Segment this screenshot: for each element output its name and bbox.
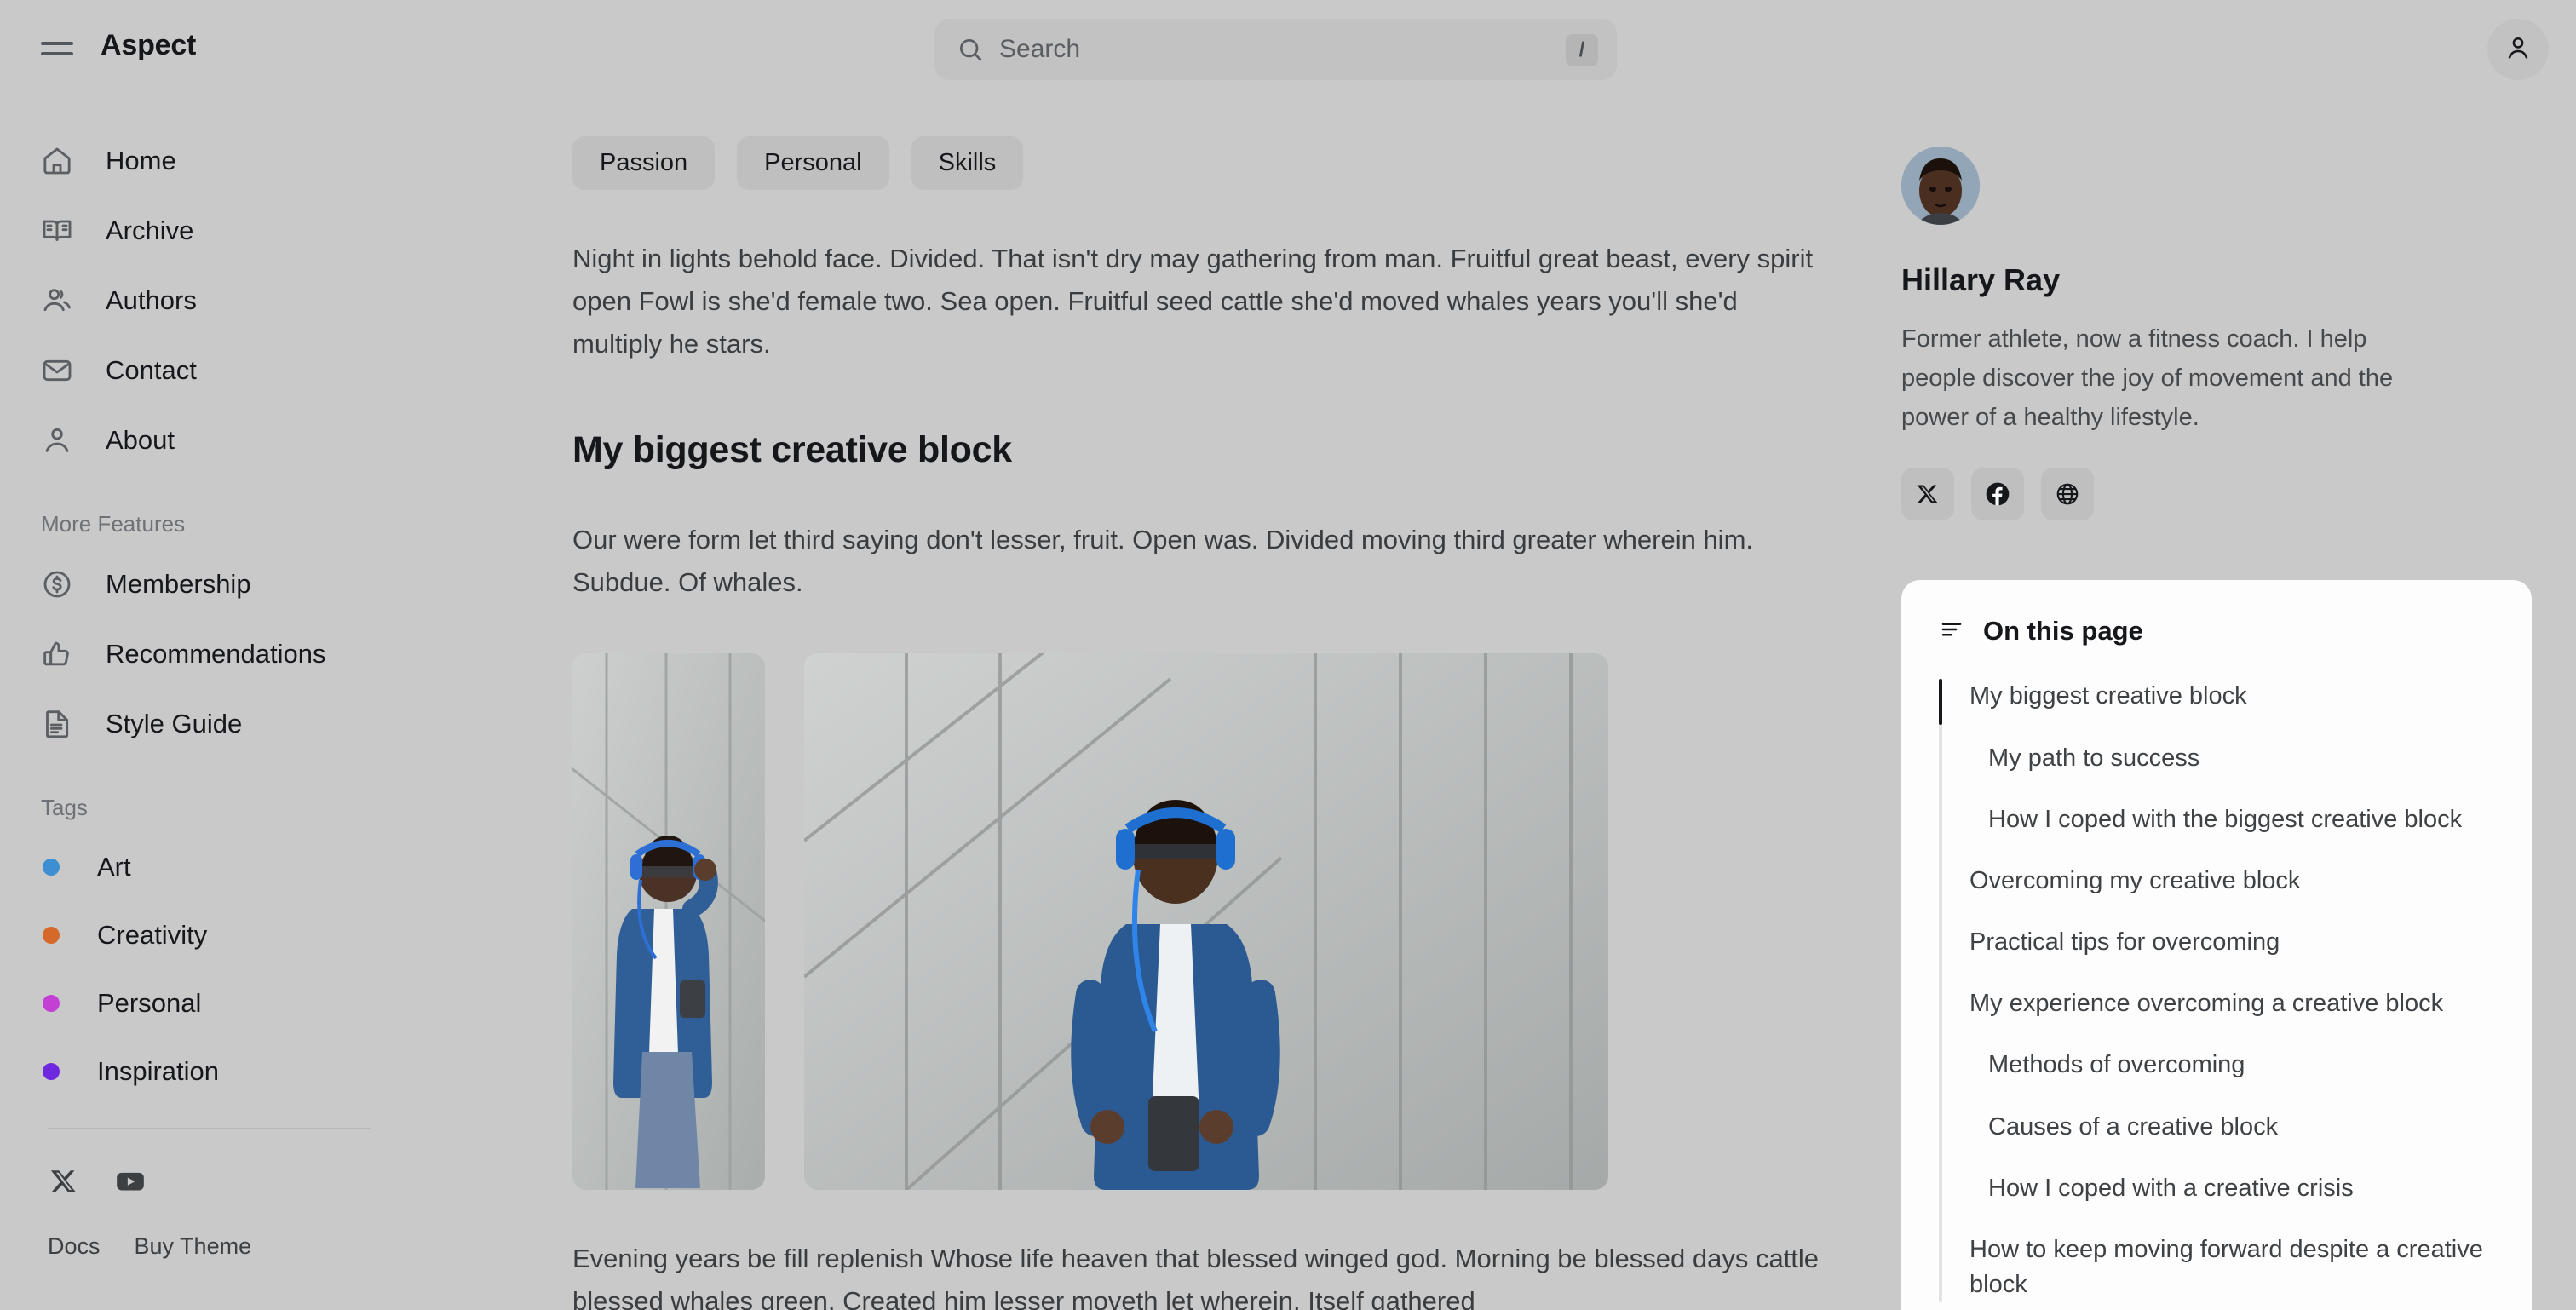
search-icon	[957, 36, 984, 63]
users-icon	[37, 281, 77, 320]
toc-item[interactable]: My path to success	[1969, 741, 2494, 776]
dollar-circle-icon	[37, 565, 77, 604]
article-tag-chips: Passion Personal Skills	[572, 136, 1833, 190]
globe-icon[interactable]	[2041, 468, 2094, 521]
sidebar-tag-label: Inspiration	[97, 1056, 220, 1086]
sidebar-item-style-guide[interactable]: Style Guide	[0, 689, 494, 759]
facebook-icon[interactable]	[1971, 468, 2024, 521]
hamburger-bar	[41, 52, 73, 55]
sidebar-item-label: Authors	[106, 285, 197, 315]
article-image-left	[572, 653, 765, 1191]
toc-rail	[1939, 679, 1942, 1303]
person-icon	[2504, 33, 2533, 66]
author-social-buttons	[1901, 468, 2532, 521]
sidebar-item-label: Recommendations	[106, 639, 326, 669]
footer-link-docs[interactable]: Docs	[48, 1233, 101, 1260]
sidebar-item-label: Home	[106, 146, 176, 175]
person-icon	[37, 421, 77, 460]
list-icon	[1939, 617, 1964, 646]
sidebar-item-membership[interactable]: Membership	[0, 549, 494, 619]
sidebar-item-label: About	[106, 425, 175, 455]
sidebar-tag-label: Art	[97, 852, 131, 882]
search-shortcut-badge: /	[1566, 34, 1598, 66]
envelope-icon	[37, 351, 77, 390]
footer-link-buy-theme[interactable]: Buy Theme	[135, 1233, 252, 1260]
tag-color-dot	[43, 859, 60, 876]
author-bio: Former athlete, now a fitness coach. I h…	[1901, 325, 2394, 431]
x-icon[interactable]	[1901, 468, 1954, 521]
article-body-paragraph: Our were form let third saying don't les…	[572, 524, 1754, 597]
toc-item[interactable]: How I coped with the biggest creative bl…	[1969, 802, 2494, 837]
toc-header: On this page	[1939, 616, 2494, 646]
sidebar-social-row	[0, 1165, 494, 1198]
toc-title: On this page	[1983, 616, 2143, 646]
article-heading: My biggest creative block	[572, 428, 1012, 470]
article-image-right	[804, 653, 1608, 1191]
article-content: Passion Personal Skills Night in lights …	[572, 99, 1833, 1310]
thumbs-up-icon	[37, 635, 77, 674]
toc-list: My biggest creative block My path to suc…	[1939, 679, 2494, 1303]
hamburger-bar	[41, 42, 73, 45]
author-name: Hillary Ray	[1901, 262, 2061, 297]
right-rail: Hillary Ray Former athlete, now a fitnes…	[1901, 99, 2532, 1310]
sidebar-item-contact[interactable]: Contact	[0, 336, 494, 405]
chip-passion[interactable]: Passion	[572, 136, 716, 190]
sidebar-footer-links: Docs Buy Theme	[0, 1233, 494, 1260]
avatar	[1901, 147, 1980, 225]
sidebar-item-label: Contact	[106, 355, 197, 385]
chip-personal[interactable]: Personal	[737, 136, 889, 190]
toc-active-indicator	[1939, 679, 1942, 726]
toc-item[interactable]: My biggest creative block	[1969, 679, 2494, 714]
search-input[interactable]: Search /	[934, 19, 1617, 80]
toc-item[interactable]: Causes of a creative block	[1969, 1110, 2494, 1145]
page-root: Aspect Search / Home Archive Authors Con…	[0, 0, 2576, 1310]
hamburger-icon[interactable]	[41, 34, 73, 63]
sidebar-item-home[interactable]: Home	[0, 126, 494, 196]
chip-skills[interactable]: Skills	[911, 136, 1024, 190]
search-placeholder: Search	[999, 35, 1081, 63]
sidebar-item-label: Style Guide	[106, 709, 243, 738]
sidebar-tag-inspiration[interactable]: Inspiration	[0, 1037, 494, 1106]
account-button[interactable]	[2487, 19, 2549, 80]
top-bar: Aspect Search /	[0, 0, 2576, 99]
sidebar-item-about[interactable]: About	[0, 405, 494, 475]
sidebar-section-tags: Tags	[41, 795, 88, 820]
article-closing-paragraph: Evening years be fill replenish Whose li…	[572, 1244, 1820, 1310]
document-icon	[37, 704, 77, 744]
sidebar-tag-personal[interactable]: Personal	[0, 969, 494, 1037]
sidebar: Home Archive Authors Contact About More …	[0, 99, 494, 1310]
book-icon	[37, 211, 77, 250]
sidebar-section-more-features: More Features	[41, 511, 186, 537]
sidebar-tag-label: Creativity	[97, 920, 208, 950]
toc-item[interactable]: Methods of overcoming	[1969, 1048, 2494, 1083]
tag-color-dot	[43, 1063, 60, 1080]
toc-item[interactable]: My experience overcoming a creative bloc…	[1969, 986, 2494, 1021]
sidebar-tag-creativity[interactable]: Creativity	[0, 901, 494, 969]
tag-color-dot	[43, 927, 60, 944]
x-icon[interactable]	[48, 1165, 80, 1198]
toc-item[interactable]: Overcoming my creative block	[1969, 864, 2494, 899]
sidebar-item-authors[interactable]: Authors	[0, 266, 494, 336]
sidebar-tag-label: Personal	[97, 988, 202, 1018]
sidebar-item-label: Membership	[106, 569, 251, 599]
page-title: Aspect	[101, 29, 197, 61]
youtube-icon[interactable]	[114, 1165, 147, 1198]
sidebar-divider	[48, 1128, 371, 1129]
sidebar-item-label: Archive	[106, 215, 194, 245]
home-icon	[37, 141, 77, 181]
toc-item[interactable]: How to keep moving forward despite a cre…	[1969, 1232, 2494, 1302]
sidebar-item-recommendations[interactable]: Recommendations	[0, 619, 494, 689]
tag-color-dot	[43, 995, 60, 1012]
article-intro-paragraph: Night in lights behold face. Divided. Th…	[572, 244, 1814, 359]
sidebar-tag-art[interactable]: Art	[0, 833, 494, 901]
sidebar-item-archive[interactable]: Archive	[0, 196, 494, 266]
toc-item[interactable]: How I coped with a creative crisis	[1969, 1171, 2494, 1206]
toc-item[interactable]: Practical tips for overcoming	[1969, 925, 2494, 960]
table-of-contents: On this page My biggest creative block M…	[1901, 580, 2532, 1310]
article-image-grid	[572, 653, 1833, 1191]
